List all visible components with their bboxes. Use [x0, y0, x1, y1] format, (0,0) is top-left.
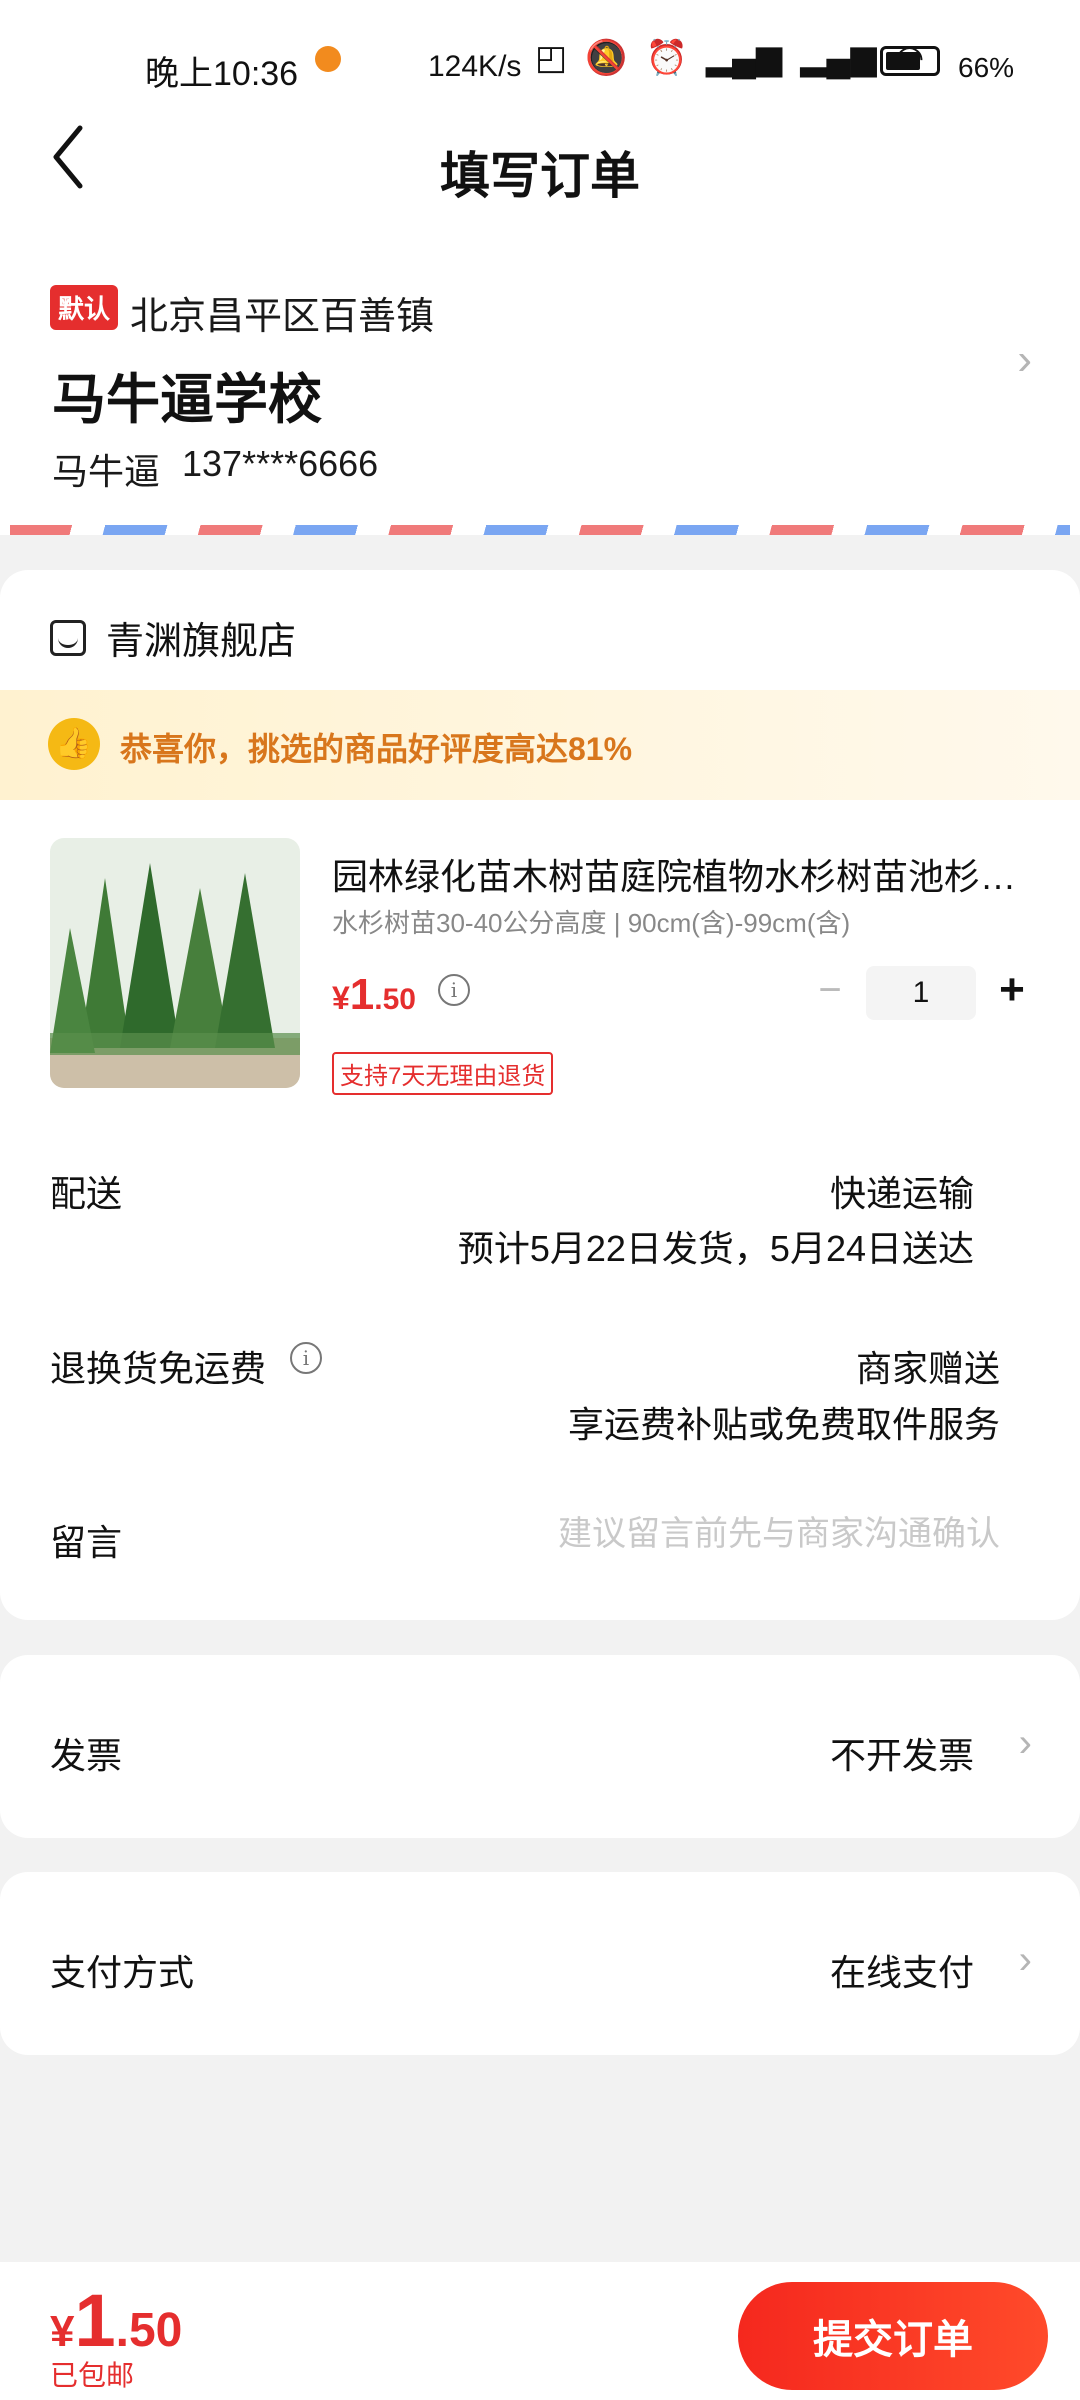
nfc-icon: ◰ [535, 39, 568, 77]
quantity-value[interactable]: 1 [866, 966, 976, 1020]
invoice-row[interactable]: 发票 不开发票 › [0, 1655, 1080, 1838]
info-icon[interactable]: i [290, 1342, 322, 1374]
address-contact: 马牛逼 137****6666 [52, 443, 378, 495]
return-shipping-desc: 享运费补贴或免费取件服务 [567, 1404, 1000, 1445]
battery-icon [880, 46, 940, 76]
message-label: 留言 [50, 1522, 123, 1563]
tree-image [50, 838, 300, 1088]
product-title[interactable]: 园林绿化苗木树苗庭院植物水杉树苗池杉… [332, 848, 1032, 900]
store-order-card: 青渊旗舰店 👍 恭喜你，挑选的商品好评度高达81% 园林绿化苗木树苗庭院植物水杉… [0, 570, 1080, 1620]
product-spec: 水杉树苗30-40公分高度 | 90cm(含)-99cm(含) [332, 908, 851, 938]
bottom-bar: ¥1.50 已包邮 提交订单 [0, 2262, 1080, 2400]
shipping-method: 快递运输 [829, 1173, 974, 1214]
total-integer: 1 [74, 2279, 116, 2362]
invoice-value: 不开发票 [829, 1735, 974, 1776]
product-image[interactable] [50, 838, 300, 1088]
payment-method-row[interactable]: 支付方式 在线支付 › [0, 1872, 1080, 2055]
submit-order-button[interactable]: 提交订单 [738, 2282, 1048, 2390]
invoice-label: 发票 [50, 1735, 123, 1776]
free-shipping-note: 已包邮 [50, 2360, 135, 2391]
message-input[interactable] [420, 1508, 1000, 1560]
payment-value: 在线支付 [829, 1952, 974, 1993]
address-card[interactable]: 默认 北京昌平区百善镇 马牛逼学校 马牛逼 137****6666 › [0, 235, 1080, 535]
recipient-name: 马牛逼 [52, 451, 161, 492]
store-name: 青渊旗舰店 [106, 621, 297, 663]
shipping-eta: 预计5月22日发货，5月24日送达 [457, 1228, 974, 1269]
status-icons: ◰ 🔕 ⏰ ▂▄▆ ▂▄▆ ◠ [535, 38, 924, 78]
total-price: ¥1.50 [50, 2278, 182, 2363]
recipient-phone: 137****6666 [182, 443, 379, 484]
status-bar: 晚上10:36 124K/s ◰ 🔕 ⏰ ▂▄▆ ▂▄▆ ◠ 66% [0, 0, 1080, 100]
product-price: ¥1.50 [332, 970, 416, 1020]
store-header[interactable]: 青渊旗舰店 [50, 610, 296, 665]
return-shipping-label: 退换货免运费 [50, 1348, 267, 1389]
quantity-decrease-button[interactable]: − [808, 968, 852, 1012]
return-policy-tag: 支持7天无理由退货 [332, 1052, 554, 1095]
price-integer: 1 [349, 970, 375, 1019]
chevron-right-icon: › [1018, 1938, 1032, 1982]
store-icon [50, 619, 86, 656]
mute-icon: 🔕 [585, 39, 628, 77]
thumbs-up-icon: 👍 [48, 718, 100, 770]
default-badge: 默认 [50, 285, 119, 330]
price-currency: ¥ [332, 980, 350, 1016]
quantity-increase-button[interactable]: + [990, 968, 1034, 1012]
chevron-right-icon: › [1018, 1721, 1032, 1765]
total-decimal: .50 [115, 2304, 183, 2357]
address-region: 北京昌平区百善镇 [130, 296, 435, 338]
address-detail: 马牛逼学校 [52, 370, 322, 430]
info-icon[interactable]: i [438, 974, 470, 1006]
total-currency: ¥ [50, 2307, 75, 2356]
signal-hd-icon: ▂▄▆ [705, 39, 783, 77]
return-shipping-value: 商家赠送 [855, 1348, 1000, 1389]
promo-banner: 👍 恭喜你，挑选的商品好评度高达81% [0, 690, 1080, 800]
page-title: 填写订单 [440, 148, 640, 204]
battery-level: 66% [958, 52, 1015, 83]
signal-hd-icon: ▂▄▆ [800, 39, 877, 77]
notification-dot-icon [315, 46, 341, 72]
page-header: 填写订单 [0, 100, 1080, 235]
status-time: 晚上10:36 [145, 55, 299, 93]
envelope-stripe [10, 525, 1070, 535]
network-speed: 124K/s [428, 50, 522, 83]
shipping-label: 配送 [50, 1173, 123, 1214]
promo-text: 恭喜你，挑选的商品好评度高达81% [120, 731, 633, 767]
chevron-right-icon: › [1017, 335, 1032, 384]
alarm-icon: ⏰ [645, 39, 688, 77]
price-decimal: .50 [374, 983, 416, 1016]
payment-label: 支付方式 [50, 1952, 195, 1993]
